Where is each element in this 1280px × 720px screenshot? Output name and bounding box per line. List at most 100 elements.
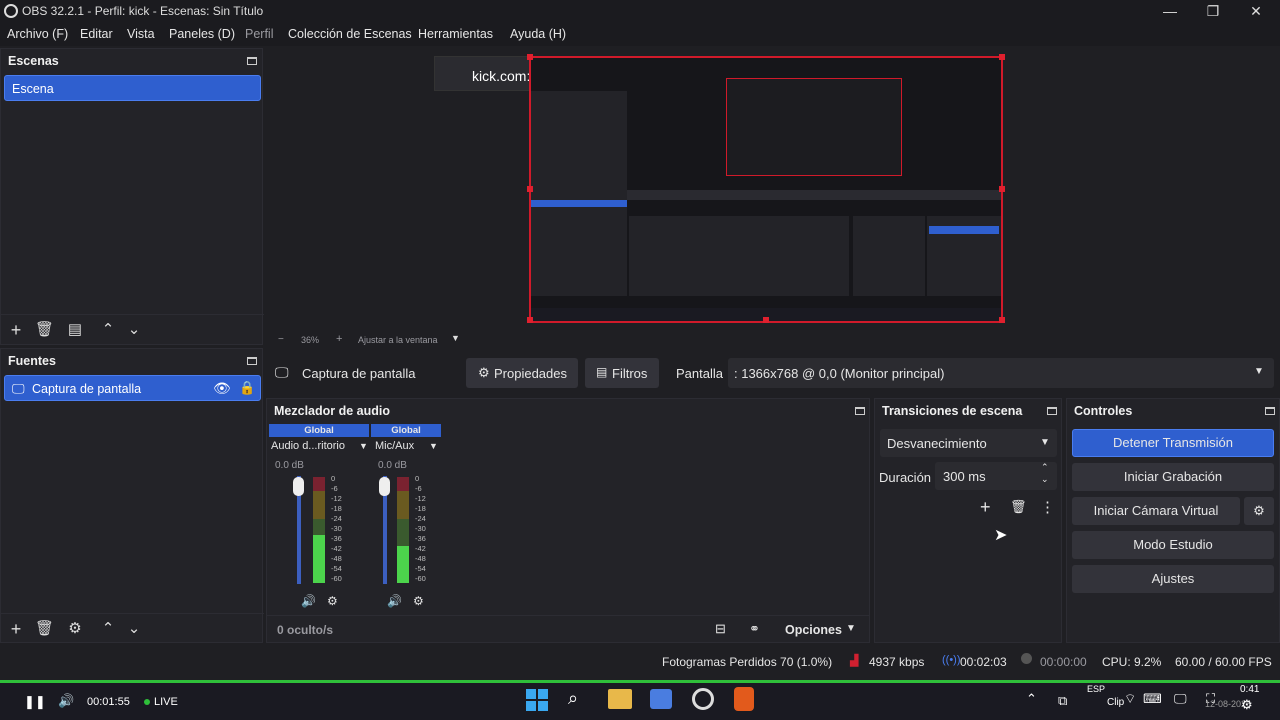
- chevron-down-icon: ▼: [1254, 366, 1264, 377]
- maximize-button[interactable]: ❐: [1203, 2, 1223, 20]
- resize-handle[interactable]: [527, 317, 533, 323]
- chevron-down-icon[interactable]: ▼: [359, 441, 368, 451]
- store-icon[interactable]: [650, 689, 672, 709]
- clip-label[interactable]: Clip: [1107, 697, 1124, 708]
- speaker-icon[interactable]: 🔊: [58, 693, 74, 709]
- menu-perfil[interactable]: Perfil: [245, 27, 273, 41]
- studio-mode-button[interactable]: Modo Estudio: [1072, 531, 1274, 559]
- float-dock-icon[interactable]: [1047, 407, 1057, 415]
- chevron-down-icon[interactable]: ▼: [451, 333, 460, 343]
- float-dock-icon[interactable]: [1265, 407, 1275, 415]
- source-item[interactable]: 🖵 Captura de pantalla 👁 🔒: [4, 375, 261, 401]
- trash-icon[interactable]: 🗑: [1010, 499, 1027, 515]
- obs-taskbar-icon[interactable]: [692, 688, 714, 710]
- preview-canvas[interactable]: kick.com: para salir de pantalla complet…: [270, 46, 1260, 331]
- display-icon[interactable]: ⧉: [1058, 693, 1067, 709]
- menu-ayuda[interactable]: Ayuda (H): [510, 27, 566, 41]
- start-recording-button[interactable]: Iniciar Grabación: [1072, 463, 1274, 491]
- nested-source-row: [531, 200, 627, 207]
- duration-spinbox[interactable]: 300 ms ⌃ ⌄: [935, 462, 1057, 490]
- db-tick-label: -18: [415, 504, 426, 513]
- close-button[interactable]: ✕: [1246, 2, 1266, 20]
- source-selection-box[interactable]: [527, 54, 1005, 323]
- menu-paneles[interactable]: Paneles (D): [169, 27, 235, 41]
- zoom-in-button[interactable]: +: [336, 333, 342, 345]
- scene-item[interactable]: Escena: [4, 75, 261, 101]
- speaker-icon[interactable]: 🔊: [301, 594, 316, 608]
- mixer-channel: Global Mic/Aux ▼ 0.0 dB 0 -6 -12 -18 -24 -30-…: [371, 424, 441, 614]
- add-icon[interactable]: +: [8, 321, 24, 339]
- db-tick-label: -42: [415, 544, 426, 553]
- chevron-down-icon[interactable]: ⌄: [1041, 474, 1049, 485]
- menu-herramientas[interactable]: Herramientas: [418, 27, 493, 41]
- options-button[interactable]: Opciones: [785, 623, 842, 637]
- resize-handle[interactable]: [763, 317, 769, 323]
- trash-icon[interactable]: 🗑: [35, 322, 54, 338]
- volume-slider-handle[interactable]: [379, 477, 390, 496]
- minimize-button[interactable]: —: [1160, 2, 1180, 20]
- add-icon[interactable]: +: [980, 497, 991, 518]
- resize-handle[interactable]: [527, 54, 533, 60]
- wifi-icon[interactable]: ⌔: [1124, 691, 1136, 707]
- chevron-down-icon[interactable]: ▼: [429, 441, 438, 451]
- link-icon[interactable]: ⚭: [749, 621, 760, 637]
- resize-handle[interactable]: [999, 317, 1005, 323]
- language-indicator[interactable]: ESP: [1087, 684, 1105, 694]
- settings-button[interactable]: Ajustes: [1072, 565, 1274, 593]
- trash-icon[interactable]: 🗑: [35, 621, 54, 637]
- resize-handle[interactable]: [999, 186, 1005, 192]
- monitor-icon[interactable]: 🖵: [1174, 691, 1187, 707]
- search-icon[interactable]: ⌕: [568, 688, 578, 709]
- dropped-frames: Fotogramas Perdidos 70 (1.0%): [662, 655, 833, 669]
- eye-icon[interactable]: 👁: [213, 380, 231, 397]
- menu-vista[interactable]: Vista: [127, 27, 155, 41]
- move-down-icon[interactable]: ⌄: [126, 621, 142, 637]
- float-dock-icon[interactable]: [247, 357, 257, 365]
- channel-settings-icon[interactable]: ⚙: [413, 594, 424, 608]
- channel-settings-icon[interactable]: ⚙: [327, 594, 338, 608]
- move-up-icon[interactable]: ⌃: [100, 621, 116, 637]
- gear-icon[interactable]: ⚙: [1244, 497, 1274, 525]
- move-down-icon[interactable]: ⌄: [126, 322, 142, 338]
- brave-browser-icon[interactable]: [734, 687, 754, 711]
- gear-icon[interactable]: ⚙: [67, 621, 83, 637]
- float-dock-icon[interactable]: [855, 407, 865, 415]
- bitrate: 4937 kbps: [869, 655, 925, 669]
- transition-select[interactable]: Desvanecimiento ▼: [880, 429, 1057, 457]
- menu-coleccion[interactable]: Colección de Escenas: [288, 27, 412, 41]
- virtual-camera-button[interactable]: Iniciar Cámara Virtual: [1072, 497, 1240, 525]
- display-select[interactable]: : 1366x768 @ 0,0 (Monitor principal) ▼: [728, 358, 1274, 388]
- db-tick-label: -6: [331, 484, 338, 493]
- move-up-icon[interactable]: ⌃: [100, 322, 116, 338]
- fit-window-label[interactable]: Ajustar a la ventana: [358, 335, 438, 345]
- display-value: : 1366x768 @ 0,0 (Monitor principal): [734, 366, 945, 381]
- keyboard-icon[interactable]: ⌨: [1143, 691, 1162, 707]
- gear-icon[interactable]: ⚙: [1241, 697, 1253, 713]
- filter-icon[interactable]: ▤: [67, 322, 83, 338]
- resize-handle[interactable]: [527, 186, 533, 192]
- chevron-up-icon[interactable]: ⌃: [1041, 462, 1049, 473]
- layout-icon[interactable]: ⊟: [715, 621, 726, 637]
- pause-icon[interactable]: ❚❚: [24, 694, 46, 710]
- menu-archivo[interactable]: Archivo (F): [7, 27, 68, 41]
- float-dock-icon[interactable]: [247, 57, 257, 65]
- add-icon[interactable]: +: [8, 620, 24, 638]
- db-tick-label: -54: [415, 564, 426, 573]
- file-explorer-icon[interactable]: [608, 689, 632, 709]
- volume-slider-handle[interactable]: [293, 477, 304, 496]
- stop-streaming-button[interactable]: Detener Transmisión: [1072, 429, 1274, 457]
- speaker-icon[interactable]: 🔊: [387, 594, 402, 608]
- lock-icon[interactable]: 🔒: [239, 380, 255, 396]
- menu-editar[interactable]: Editar: [80, 27, 113, 41]
- filters-button[interactable]: ▤ Filtros: [585, 358, 659, 388]
- window-title: OBS 32.2.1 - Perfil: kick - Escenas: Sin…: [22, 4, 264, 18]
- properties-button[interactable]: ⚙ Propiedades: [466, 358, 578, 388]
- scenes-title: Escenas: [8, 54, 59, 68]
- zoom-out-button[interactable]: −: [278, 334, 284, 345]
- chevron-up-icon[interactable]: ⌃: [1026, 691, 1037, 707]
- nested-scenes-panel: [531, 91, 627, 296]
- more-options-icon[interactable]: ⋮: [1040, 498, 1055, 516]
- windows-start-icon[interactable]: [526, 689, 548, 711]
- resize-handle[interactable]: [999, 54, 1005, 60]
- chevron-down-icon[interactable]: ▼: [846, 623, 856, 634]
